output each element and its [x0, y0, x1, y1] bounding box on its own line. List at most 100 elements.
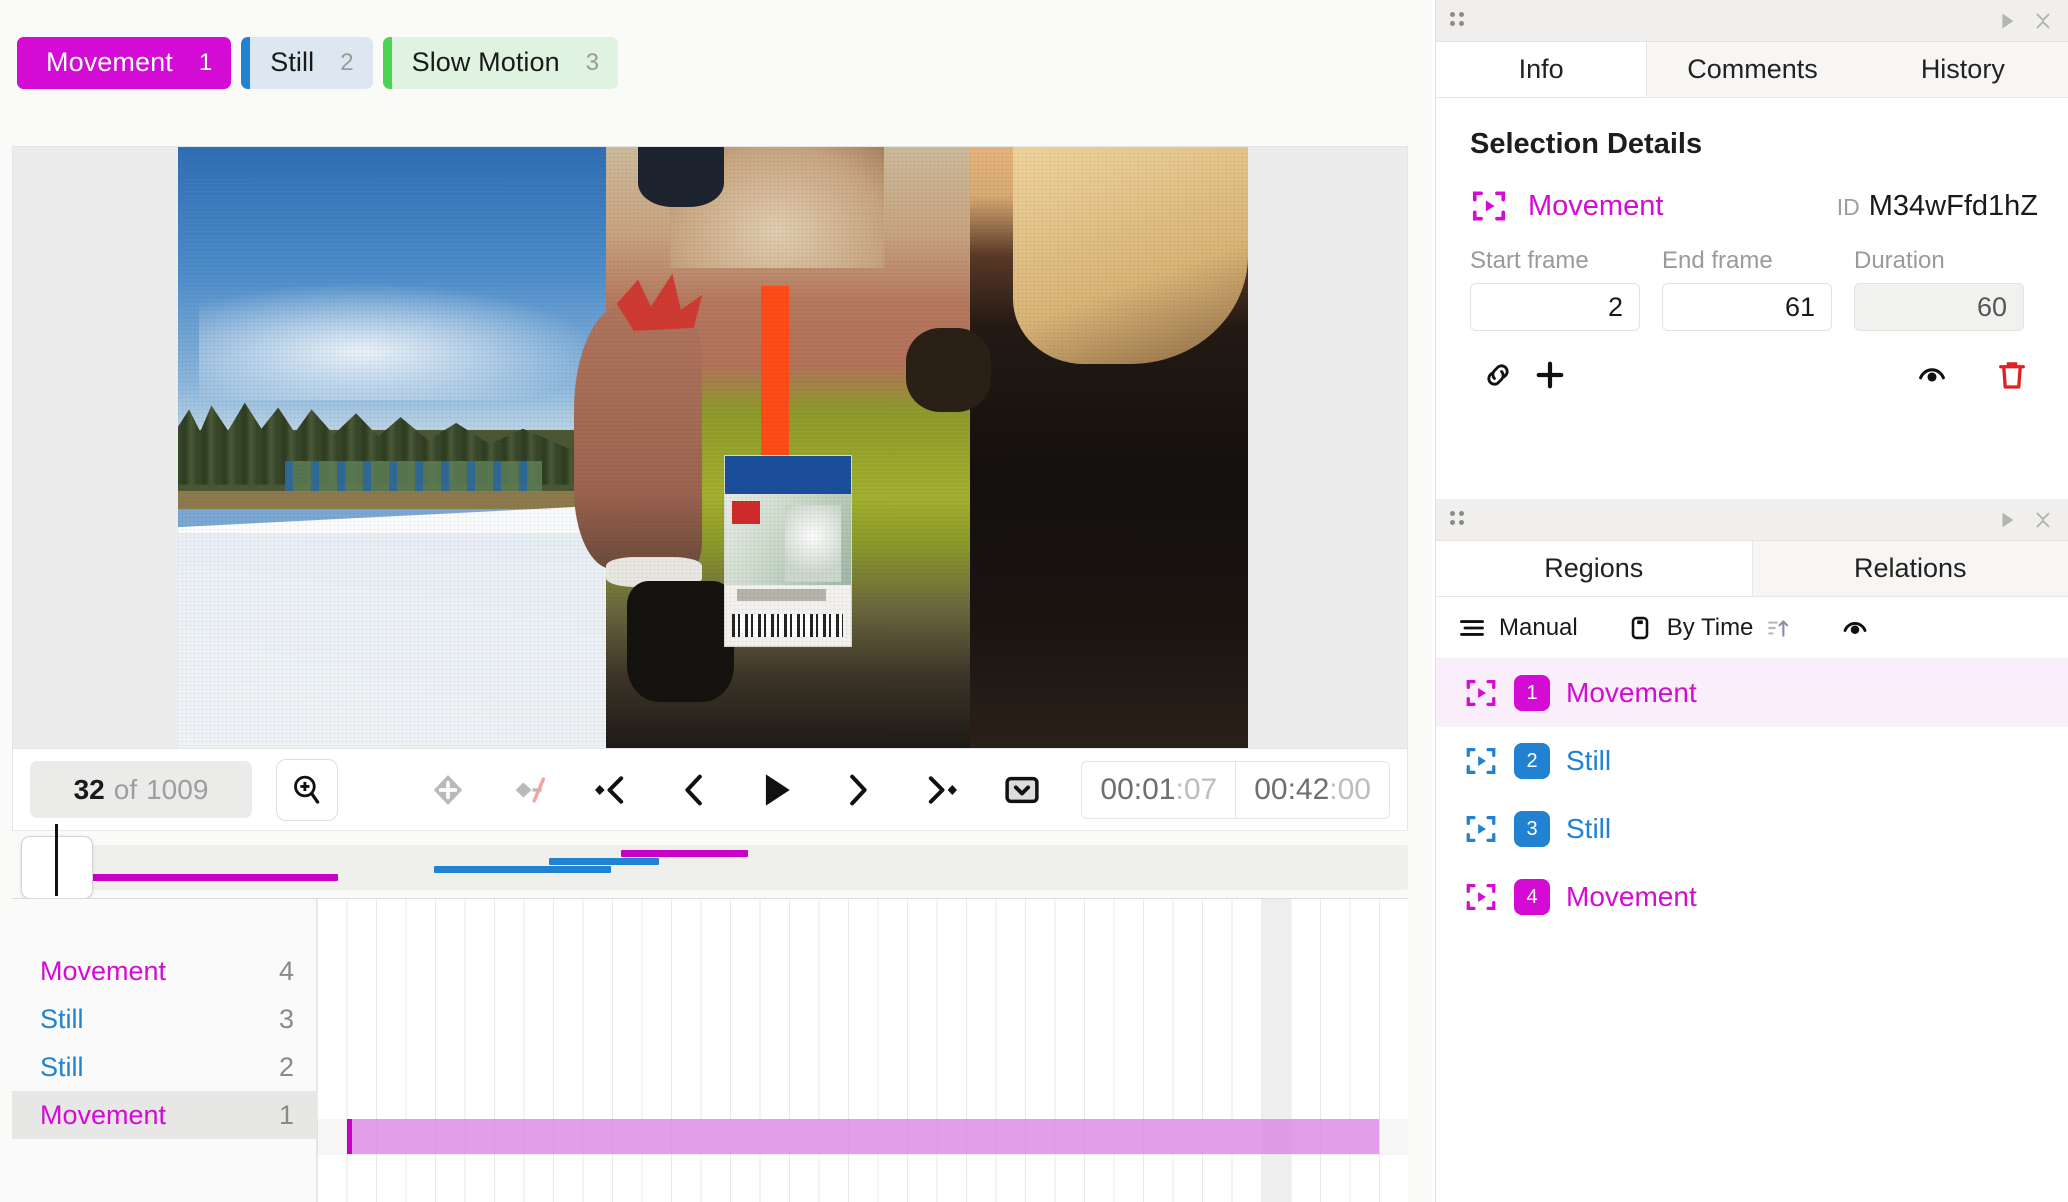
duration-group: Duration [1854, 247, 2024, 331]
class-tab-movement-number: 1 [198, 48, 213, 76]
region-list-item[interactable]: 1 Movement [1436, 659, 2068, 727]
delete-button[interactable] [1986, 349, 2038, 401]
region-play-icon [1464, 880, 1498, 914]
minimap-track-segment [434, 866, 612, 873]
class-tab-movement[interactable]: Movement 1 [17, 36, 232, 89]
frame-box-icon[interactable] [1626, 614, 1654, 642]
eye-icon[interactable] [1840, 613, 1870, 643]
sort-mode-manual-label[interactable]: Manual [1499, 614, 1578, 642]
timeline-track-row[interactable]: Still 2 [12, 1043, 316, 1091]
play-button[interactable] [752, 766, 800, 814]
total-time-main: 00:42 [1254, 772, 1330, 806]
delete-keyframe-button[interactable] [506, 766, 554, 814]
regions-panel-tabs: Regions Relations [1436, 541, 2068, 597]
selection-id-value: M34wFfd1hZ [1868, 189, 2038, 222]
class-tab-slow-motion-label: Slow Motion [411, 47, 560, 77]
list-lines-icon[interactable] [1458, 614, 1486, 642]
frame-counter[interactable]: 32 of 1009 [30, 761, 252, 818]
regions-list-toolbar: Manual By Time [1436, 597, 2068, 659]
start-frame-label: Start frame [1470, 247, 1589, 274]
next-keyframe-button[interactable] [916, 766, 964, 814]
region-label: Movement [1566, 677, 1697, 708]
current-time-main: 00:01 [1100, 772, 1176, 806]
class-tab-slow-motion[interactable]: Slow Motion 3 [382, 36, 619, 89]
info-panel-header[interactable] [1436, 0, 2068, 42]
trash-icon [1999, 362, 2025, 389]
timeline-region-start-handle[interactable] [347, 1119, 352, 1154]
regions-panel-header[interactable] [1436, 499, 2068, 541]
current-time: 00:01:07 [1082, 762, 1235, 818]
selection-actions [1436, 331, 2068, 401]
minimap-track-segment [620, 850, 748, 857]
selection-id-label: ID [1836, 193, 1860, 220]
timeline-track-row[interactable]: Still 3 [12, 995, 316, 1043]
frame-counter-current: 32 [73, 773, 105, 805]
selection-summary-row: Movement ID M34wFfd1hZ [1436, 161, 2068, 225]
sort-mode-bytime-label[interactable]: By Time [1667, 614, 1754, 642]
drag-handle-icon[interactable] [1450, 510, 1464, 529]
drag-handle-icon[interactable] [1450, 11, 1464, 30]
minimap-viewport-window[interactable] [21, 824, 93, 899]
track-number: 3 [278, 1003, 294, 1034]
class-color-stripe-still [241, 36, 251, 89]
skip-prev-keyframe-icon [595, 775, 624, 804]
minimap-playhead[interactable] [55, 824, 58, 896]
selection-id: ID M34wFfd1hZ [1837, 190, 2038, 223]
player-control-bar: 32 of 1009 00:01:07 00:42:00 [12, 749, 1408, 831]
region-index-badge: 4 [1514, 879, 1550, 915]
prev-keyframe-button[interactable] [588, 766, 636, 814]
tab-info[interactable]: Info [1436, 42, 1648, 97]
panel-collapse-icon[interactable] [2032, 8, 2054, 34]
class-color-stripe-slow-motion [382, 36, 392, 89]
timeline: Movement 4 Still 3 Still 2 Movement 1 [12, 898, 1408, 1202]
timeline-region-bar-movement[interactable] [347, 1119, 1379, 1154]
timeline-minimap[interactable] [21, 824, 1408, 899]
next-frame-button[interactable] [834, 766, 882, 814]
more-options-button[interactable] [998, 766, 1046, 814]
add-button[interactable] [1524, 349, 1576, 401]
tab-regions[interactable]: Regions [1436, 541, 1753, 596]
video-frame-image [178, 147, 1248, 748]
region-play-icon [1464, 676, 1498, 710]
prev-frame-button[interactable] [670, 766, 718, 814]
class-tab-still-label: Still [270, 47, 315, 77]
add-keyframe-button[interactable] [424, 766, 472, 814]
panel-play-icon[interactable] [1996, 10, 2018, 32]
zoom-in-button[interactable] [276, 758, 338, 821]
end-frame-group: End frame [1662, 247, 1832, 331]
region-index-badge: 2 [1514, 743, 1550, 779]
region-list-item[interactable]: 4 Movement [1436, 863, 2068, 931]
panel-collapse-icon[interactable] [2032, 507, 2054, 533]
class-tab-slow-motion-number: 3 [585, 48, 600, 76]
frame-counter-total: 1009 [146, 773, 209, 805]
timeline-track-row-active[interactable]: Movement 1 [12, 1091, 316, 1139]
region-play-icon [1470, 187, 1508, 225]
class-tab-still[interactable]: Still 2 [241, 36, 373, 89]
tab-comments[interactable]: Comments [1647, 42, 1858, 97]
link-button[interactable] [1472, 349, 1524, 401]
start-frame-field[interactable] [1470, 283, 1640, 331]
timeline-track-row[interactable]: Movement 4 [12, 947, 316, 995]
time-display[interactable]: 00:01:07 00:42:00 [1081, 760, 1390, 819]
track-label: Still [40, 1051, 84, 1082]
region-play-icon [1464, 812, 1498, 846]
region-list-item[interactable]: 3 Still [1436, 795, 2068, 863]
panel-play-icon[interactable] [1996, 509, 2018, 531]
class-tab-bar: Movement 1 Still 2 Slow Motion 3 [0, 0, 1432, 125]
plus-icon [1536, 361, 1564, 389]
tab-history[interactable]: History [1857, 42, 2068, 97]
diamond-plus-icon [433, 774, 463, 805]
transport-controls [424, 766, 1046, 814]
chevron-right-icon [850, 774, 867, 805]
timeline-grid[interactable] [317, 899, 1408, 1202]
visibility-button[interactable] [1906, 349, 1958, 401]
region-list-item[interactable]: 2 Still [1436, 727, 2068, 795]
timeline-grid-highlight-column [1261, 899, 1291, 1202]
tab-relations[interactable]: Relations [1752, 541, 2068, 596]
diamond-slash-icon [515, 776, 546, 803]
sort-asc-icon[interactable] [1766, 615, 1792, 641]
duration-label: Duration [1854, 247, 1945, 274]
regions-list: 1 Movement 2 Still 3 Still 4 Movement [1436, 659, 2068, 931]
end-frame-field[interactable] [1662, 283, 1832, 331]
video-stage[interactable] [12, 146, 1408, 749]
